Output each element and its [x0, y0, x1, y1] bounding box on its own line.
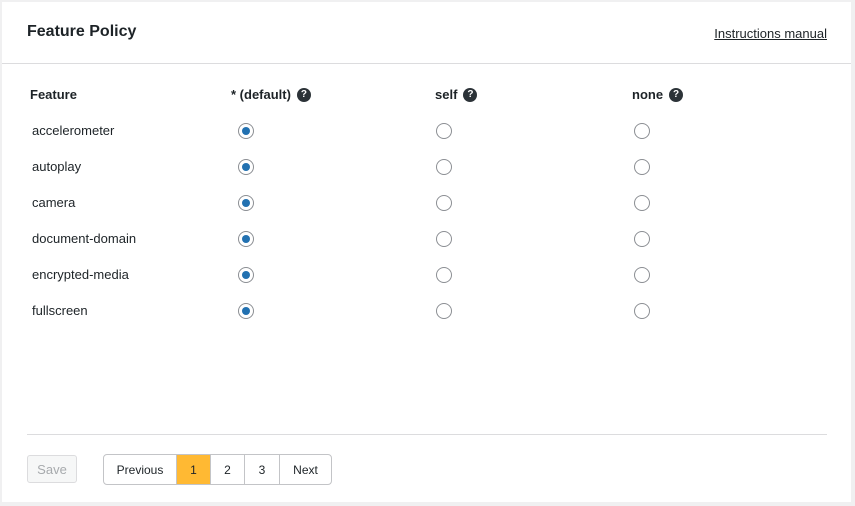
radio-none[interactable] [634, 159, 650, 175]
table-row: encrypted-media [2, 257, 851, 293]
feature-policy-panel: Feature Policy Instructions manual Featu… [2, 2, 851, 502]
feature-name: encrypted-media [32, 267, 129, 282]
table-row: accelerometer [2, 113, 851, 149]
column-header-feature-label: Feature [30, 87, 77, 102]
feature-name: camera [32, 195, 76, 210]
feature-name: accelerometer [32, 123, 115, 138]
pagination: Previous 1 2 3 Next [103, 454, 332, 485]
column-header-default-label: * (default) [231, 87, 291, 102]
radio-none[interactable] [634, 267, 650, 283]
table-row: camera [2, 185, 851, 221]
instructions-manual-link[interactable]: Instructions manual [714, 26, 827, 41]
table-row: fullscreen [2, 293, 851, 329]
pagination-page-3-button[interactable]: 3 [245, 455, 280, 484]
pagination-page-1-button[interactable]: 1 [177, 455, 211, 484]
radio-default[interactable] [238, 267, 254, 283]
radio-default[interactable] [238, 195, 254, 211]
help-icon[interactable]: ? [463, 87, 478, 102]
radio-self[interactable] [436, 303, 452, 319]
radio-self[interactable] [436, 123, 452, 139]
radio-self[interactable] [436, 159, 452, 175]
pagination-page-2-button[interactable]: 2 [211, 455, 245, 484]
radio-default[interactable] [238, 231, 254, 247]
feature-name: fullscreen [32, 303, 88, 318]
help-icon[interactable]: ? [669, 87, 684, 102]
table-row: autoplay [2, 149, 851, 185]
radio-none[interactable] [634, 231, 650, 247]
radio-none[interactable] [634, 195, 650, 211]
radio-default[interactable] [238, 159, 254, 175]
column-header-none: none ? [632, 87, 684, 102]
radio-none[interactable] [634, 123, 650, 139]
column-header-self: self ? [435, 87, 478, 102]
feature-name: document-domain [32, 231, 137, 246]
pagination-next-button[interactable]: Next [280, 455, 331, 484]
column-header-none-label: none [632, 87, 664, 102]
radio-self[interactable] [436, 267, 452, 283]
radio-default[interactable] [238, 303, 254, 319]
radio-default[interactable] [238, 123, 254, 139]
radio-self[interactable] [436, 195, 452, 211]
column-header-default: * (default) ? [231, 87, 311, 102]
save-button[interactable]: Save [27, 455, 77, 483]
footer-divider [27, 434, 827, 435]
table-row: document-domain [2, 221, 851, 257]
column-header-feature: Feature [30, 87, 77, 102]
page-title: Feature Policy [27, 23, 137, 40]
column-header-self-label: self [435, 87, 458, 102]
help-icon[interactable]: ? [296, 87, 311, 102]
panel-header: Feature Policy Instructions manual [2, 2, 851, 64]
radio-none[interactable] [634, 303, 650, 319]
pagination-previous-button[interactable]: Previous [104, 455, 177, 484]
radio-self[interactable] [436, 231, 452, 247]
feature-name: autoplay [32, 159, 82, 174]
